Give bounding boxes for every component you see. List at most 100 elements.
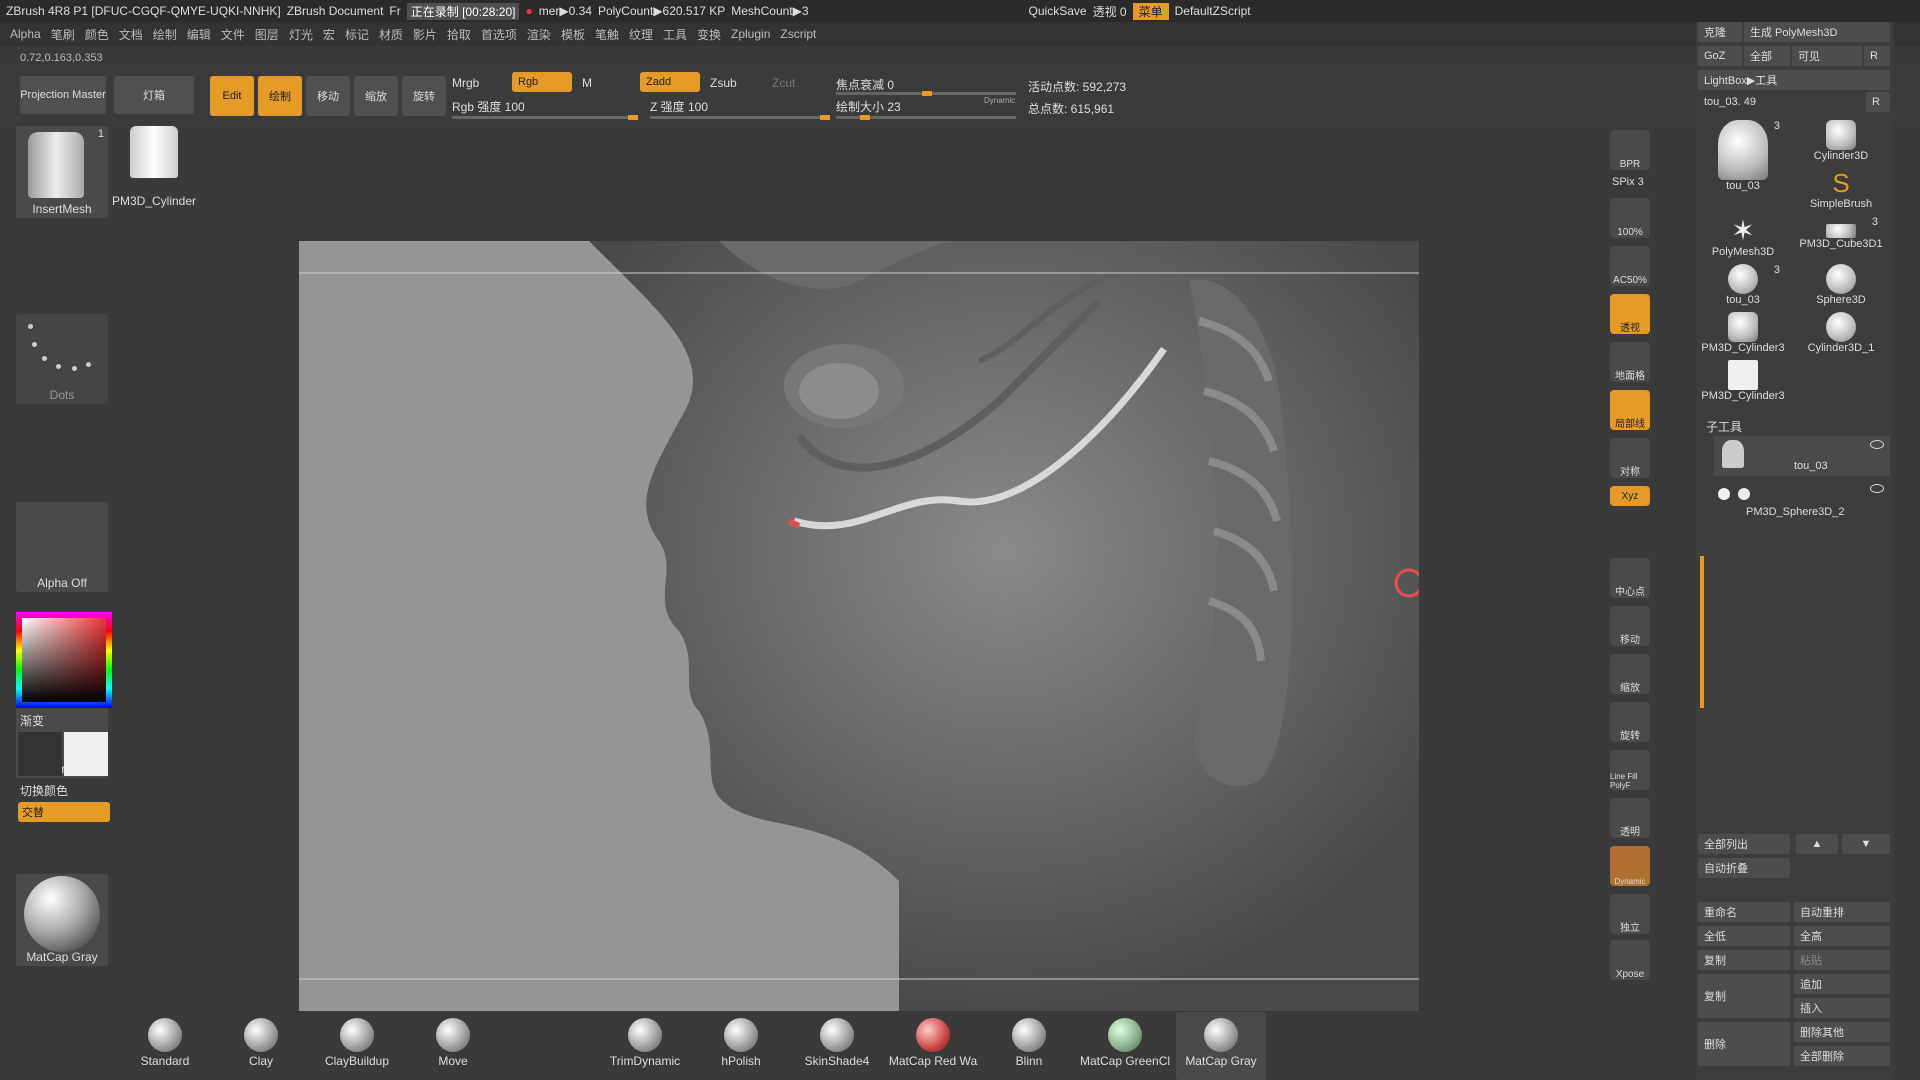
quicksave-button[interactable]: QuickSave: [1029, 4, 1087, 18]
rename-button[interactable]: 重命名: [1698, 902, 1790, 922]
move-up-button[interactable]: ▲: [1796, 834, 1838, 854]
xpose-button[interactable]: Xpose: [1610, 940, 1650, 980]
pm3d-cylinder-item[interactable]: PM3D_Cylinder: [112, 126, 198, 208]
floor-grid-button[interactable]: 地面格: [1610, 342, 1650, 382]
brush-standard[interactable]: Standard: [120, 1012, 210, 1080]
append-button[interactable]: 追加: [1794, 974, 1890, 994]
tool-simplebrush[interactable]: S SimpleBrush: [1796, 166, 1886, 212]
material-skinshade4[interactable]: SkinShade4: [792, 1012, 882, 1080]
focal-shift-slider[interactable]: [836, 91, 1016, 96]
tool-cylinder3d[interactable]: Cylinder3D: [1796, 118, 1886, 164]
transparency-slider[interactable]: 透视 0: [1093, 3, 1127, 20]
main-color-swatch[interactable]: [18, 732, 62, 776]
menu-item[interactable]: 变换: [697, 26, 721, 43]
material-matcap-red-wax[interactable]: MatCap Red Wa: [888, 1012, 978, 1080]
rgb-intensity-slider[interactable]: [452, 115, 638, 120]
perspective-button[interactable]: 透视: [1610, 294, 1650, 334]
local-symmetry-button[interactable]: 局部线: [1610, 390, 1650, 430]
fr-toggle[interactable]: Fr: [389, 4, 400, 18]
menu-item[interactable]: 工具: [663, 26, 687, 43]
center-point-button[interactable]: 中心点: [1610, 558, 1650, 598]
mrgb-toggle[interactable]: Mrgb: [452, 76, 479, 90]
current-tool-r-button[interactable]: R: [1866, 92, 1890, 112]
menu-item[interactable]: 宏: [323, 26, 335, 43]
color-picker[interactable]: [16, 612, 112, 708]
insertmesh-thumbnail[interactable]: 1 InsertMesh: [16, 126, 108, 218]
auto-collapse-button[interactable]: 自动折叠: [1698, 858, 1790, 878]
menu-item[interactable]: 笔刷: [51, 26, 75, 43]
menu-item[interactable]: 笔触: [595, 26, 619, 43]
tool-tou-03[interactable]: tou_03 3: [1698, 118, 1788, 208]
menu-item[interactable]: 编辑: [187, 26, 211, 43]
delete-button[interactable]: 删除: [1698, 1022, 1790, 1066]
all-low-button[interactable]: 全低: [1698, 926, 1790, 946]
dynamic-button[interactable]: Dynamic: [1610, 846, 1650, 886]
gradient-label[interactable]: 渐变: [20, 712, 44, 729]
paste-button[interactable]: 粘贴: [1794, 950, 1890, 970]
dynamic-toggle[interactable]: Dynamic: [984, 96, 1015, 105]
move-down-button[interactable]: ▼: [1842, 834, 1890, 854]
subtool-item-pm3d-sphere3d-2[interactable]: PM3D_Sphere3D_2: [1714, 480, 1890, 520]
edit-button[interactable]: Edit: [210, 76, 254, 116]
record-icon[interactable]: ●: [525, 4, 532, 18]
zoom-100-button[interactable]: 100%: [1610, 198, 1650, 238]
zsub-toggle[interactable]: Zsub: [710, 76, 737, 90]
spix-readout[interactable]: SPix 3: [1612, 176, 1644, 188]
transparent-button[interactable]: 透明: [1610, 798, 1650, 838]
delete-other-button[interactable]: 删除其他: [1794, 1022, 1890, 1042]
goz-all-button[interactable]: 全部: [1744, 46, 1790, 66]
brush-clay[interactable]: Clay: [216, 1012, 306, 1080]
bpr-button[interactable]: BPR: [1610, 130, 1650, 170]
draw-button[interactable]: 绘制: [258, 76, 302, 116]
menu-item[interactable]: Zscript: [780, 27, 816, 41]
duplicate-button[interactable]: 复制: [1698, 974, 1790, 1018]
insert-button[interactable]: 插入: [1794, 998, 1890, 1018]
menu-item[interactable]: Alpha: [10, 27, 41, 41]
tool-pm3d-cube3d1[interactable]: PM3D_Cube3D1 3: [1796, 214, 1886, 260]
lightbox-tools-button[interactable]: LightBox▶工具: [1698, 70, 1890, 90]
tool-tou-03-b[interactable]: tou_03 3: [1698, 262, 1788, 308]
goz-button[interactable]: GoZ: [1698, 46, 1742, 66]
menu-item[interactable]: 文件: [221, 26, 245, 43]
menu-item[interactable]: 标记: [345, 26, 369, 43]
menu-item[interactable]: 灯光: [289, 26, 313, 43]
current-tool-slider[interactable]: tou_03. 49: [1698, 92, 1864, 112]
brush-trimdynamic[interactable]: TrimDynamic: [600, 1012, 690, 1080]
menu-item[interactable]: 首选项: [481, 26, 517, 43]
z-intensity-slider[interactable]: [650, 115, 830, 120]
canvas-viewport[interactable]: [299, 241, 1419, 1011]
material-blinn[interactable]: Blinn: [984, 1012, 1074, 1080]
zcut-toggle[interactable]: Zcut: [772, 76, 795, 90]
material-thumbnail[interactable]: MatCap Gray: [16, 874, 108, 966]
lightbox-button[interactable]: 灯箱: [114, 76, 194, 114]
rotate-button[interactable]: 旋转: [402, 76, 446, 116]
auto-reorder-button[interactable]: 自动重排: [1794, 902, 1890, 922]
alpha-thumbnail[interactable]: Alpha Off: [16, 502, 108, 592]
eye-icon[interactable]: [1870, 440, 1884, 449]
line-fill-button[interactable]: Line Fill PolyF: [1610, 750, 1650, 790]
menu-item[interactable]: 颜色: [85, 26, 109, 43]
brush-move[interactable]: Move: [408, 1012, 498, 1080]
tool-cylinder3d-1[interactable]: Cylinder3D_1: [1796, 310, 1886, 356]
eye-icon[interactable]: [1870, 484, 1884, 493]
scale-button[interactable]: 缩放: [354, 76, 398, 116]
list-all-button[interactable]: 全部列出: [1698, 834, 1790, 854]
secondary-color-swatch[interactable]: [64, 732, 108, 776]
switch-color-button[interactable]: 切换颜色: [20, 782, 68, 799]
rotate-view-button[interactable]: 旋转: [1610, 702, 1650, 742]
m-toggle[interactable]: M: [582, 76, 592, 90]
delete-all-button[interactable]: 全部删除: [1794, 1046, 1890, 1066]
menu-button[interactable]: 菜单: [1132, 2, 1169, 20]
menu-item[interactable]: 图层: [255, 26, 279, 43]
make-polymesh-button[interactable]: 生成 PolyMesh3D: [1744, 22, 1890, 42]
stroke-thumbnail[interactable]: Dots: [16, 314, 108, 404]
menu-item[interactable]: Zplugin: [731, 27, 770, 41]
copy-button[interactable]: 复制: [1698, 950, 1790, 970]
menu-item[interactable]: 绘制: [153, 26, 177, 43]
subtool-scrollbar[interactable]: [1700, 556, 1704, 708]
menu-item[interactable]: 材质: [379, 26, 403, 43]
menu-item[interactable]: 影片: [413, 26, 437, 43]
move-view-button[interactable]: 移动: [1610, 606, 1650, 646]
brush-hpolish[interactable]: hPolish: [696, 1012, 786, 1080]
menu-item[interactable]: 拾取: [447, 26, 471, 43]
